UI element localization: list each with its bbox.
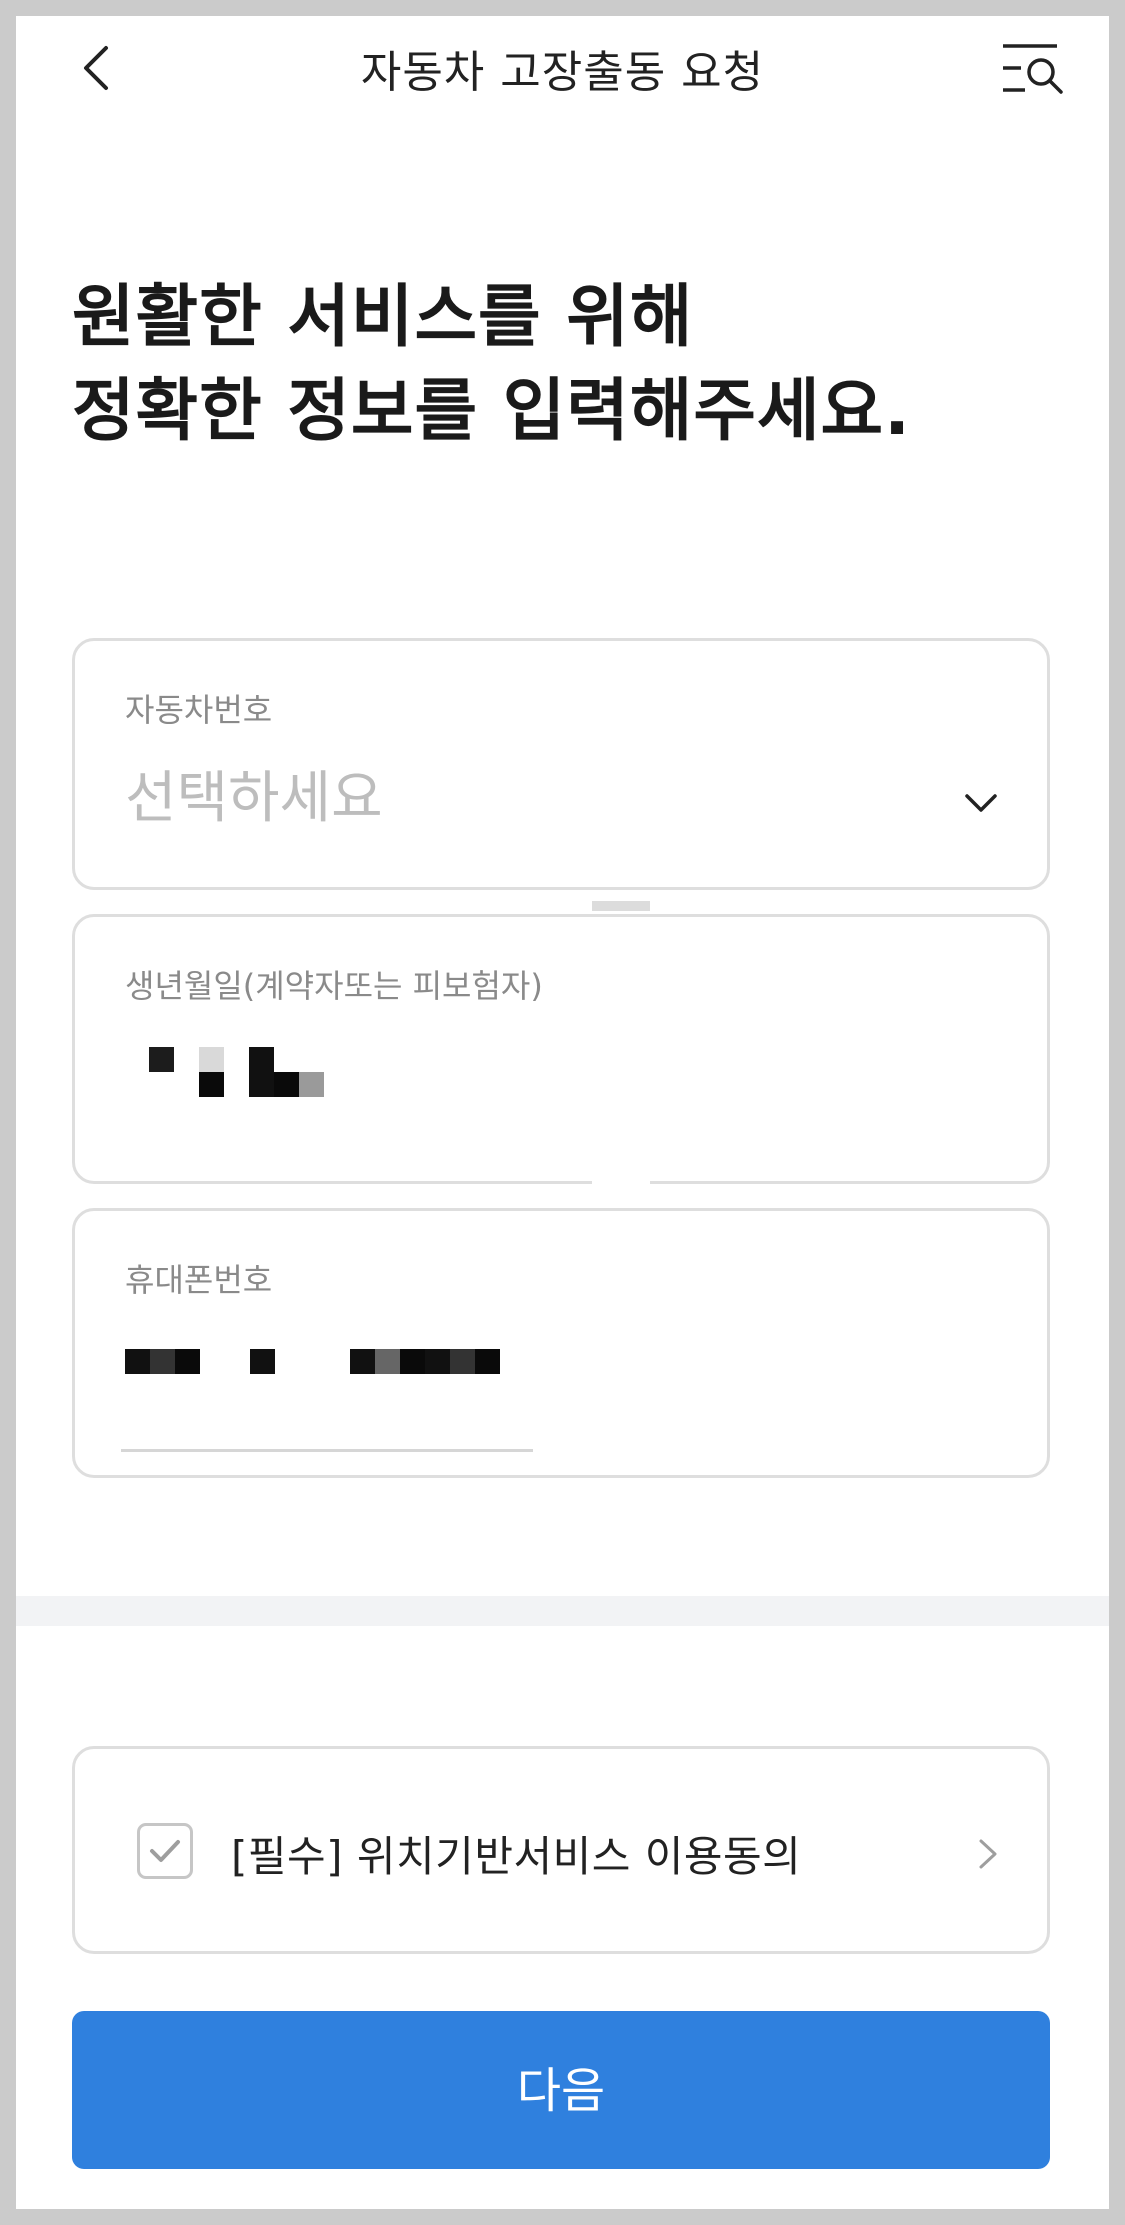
car-number-placeholder: 선택하세요 [125, 766, 383, 831]
phone-label: 휴대폰번호 [125, 1261, 273, 1299]
app-screen: 자동차 고장출동 요청 원활한 서비스를 위해 정확한 정보를 입력해주세요. … [16, 16, 1109, 2209]
car-number-select[interactable]: 자동차번호 선택하세요 [72, 638, 1050, 890]
field-connector [592, 901, 650, 911]
menu-search-icon [1003, 44, 1063, 94]
next-button[interactable]: 다음 [72, 2011, 1050, 2169]
chevron-down-icon [965, 794, 997, 812]
consent-label: [필수] 위치기반서비스 이용동의 [231, 1832, 802, 1881]
headline: 원활한 서비스를 위해 정확한 정보를 입력해주세요. [72, 271, 911, 459]
birth-date-field[interactable]: 생년월일(계약자또는 피보험자) [72, 914, 1050, 1184]
phone-field[interactable]: 휴대폰번호 [72, 1208, 1050, 1478]
headline-line-1: 원활한 서비스를 위해 [72, 278, 694, 357]
birth-date-label: 생년월일(계약자또는 피보험자) [125, 967, 543, 1005]
headline-line-2: 정확한 정보를 입력해주세요. [72, 372, 911, 451]
menu-search-button[interactable] [999, 38, 1065, 104]
page-title: 자동차 고장출동 요청 [360, 47, 765, 98]
car-number-label: 자동차번호 [125, 691, 273, 729]
header: 자동차 고장출동 요청 [16, 16, 1109, 126]
phone-input-underline [121, 1449, 533, 1452]
consent-checkbox[interactable] [137, 1823, 193, 1879]
section-divider [16, 1596, 1109, 1626]
location-consent-row[interactable]: [필수] 위치기반서비스 이용동의 [72, 1746, 1050, 1954]
check-icon [150, 1840, 180, 1862]
chevron-right-icon[interactable] [977, 1837, 999, 1871]
